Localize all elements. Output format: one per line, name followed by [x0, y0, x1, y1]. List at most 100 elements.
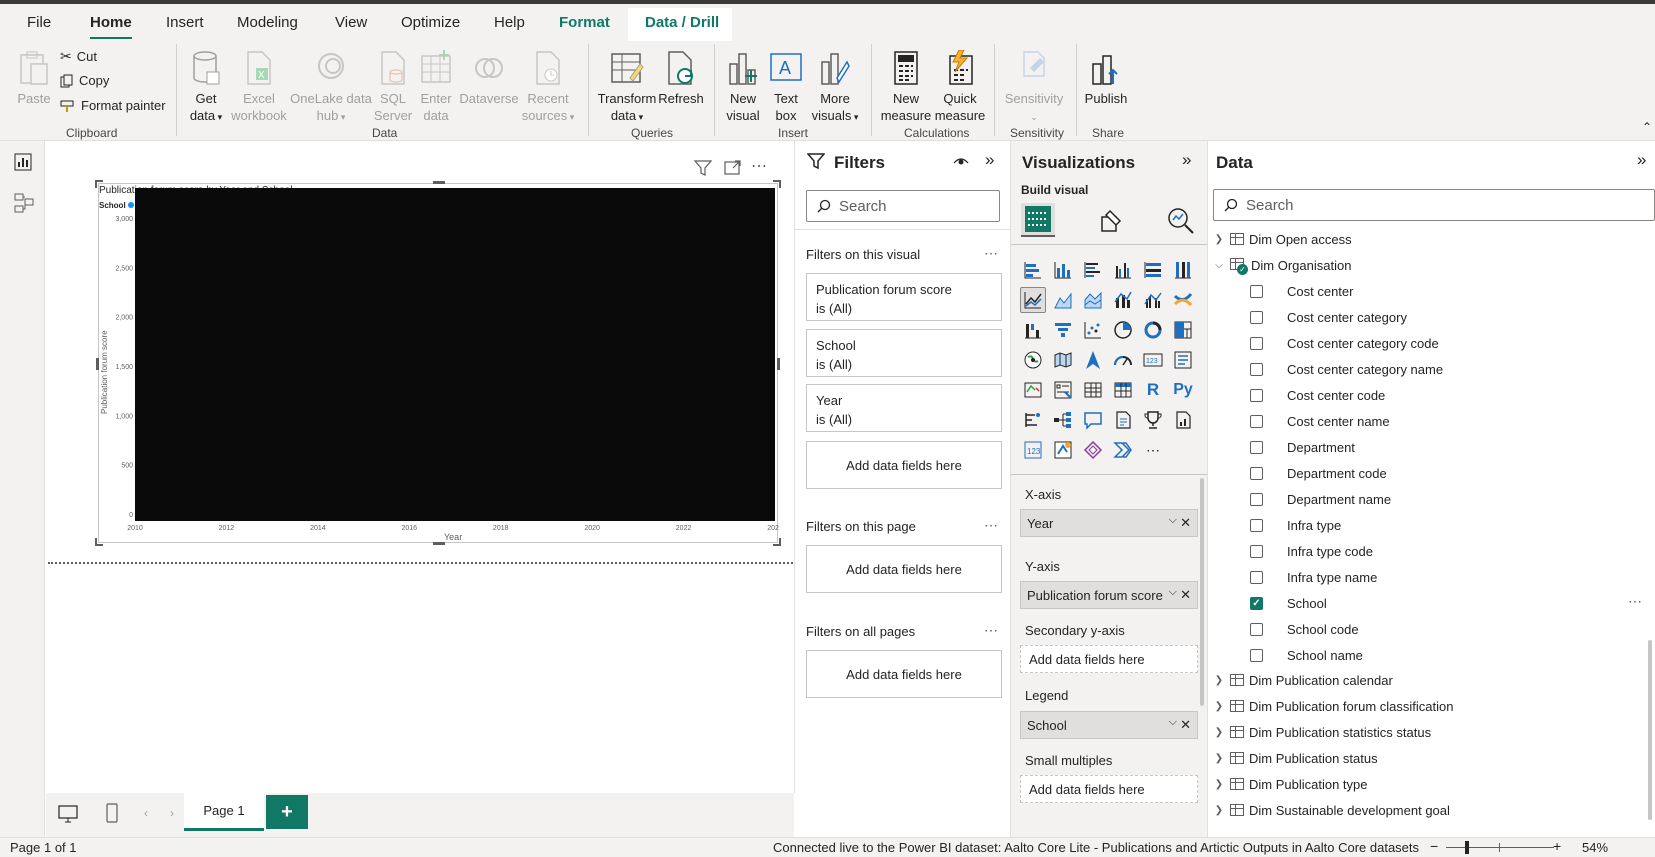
quick-measure-button[interactable]: Quick measure — [934, 50, 986, 124]
100-stacked-bar-chart-icon[interactable] — [1140, 257, 1166, 283]
excel-workbook-button[interactable]: X Excel workbook — [229, 50, 289, 124]
field-school-code[interactable]: School code — [1250, 616, 1359, 642]
card-icon[interactable]: 123 — [1140, 347, 1166, 373]
python-visual-icon[interactable]: Py — [1170, 377, 1196, 403]
new-measure-button[interactable]: New measure — [880, 50, 932, 124]
menu-optimize[interactable]: Optimize — [401, 14, 460, 31]
azure-map-icon[interactable] — [1080, 347, 1106, 373]
visualizations-scrollbar[interactable] — [1200, 478, 1204, 706]
new-visual-button[interactable]: New visual — [721, 50, 765, 124]
secondary-y-axis-drop-zone[interactable]: Add data fields here — [1020, 645, 1198, 673]
text-box-button[interactable]: A Text box — [766, 50, 806, 124]
menu-view[interactable]: View — [335, 14, 367, 31]
r-visual-icon[interactable]: R — [1140, 377, 1166, 403]
treemap-icon[interactable] — [1170, 317, 1196, 343]
filled-map-icon[interactable] — [1050, 347, 1076, 373]
field-cost-center-category-code[interactable]: Cost center category code — [1250, 330, 1439, 356]
field-department-name[interactable]: Department name — [1250, 486, 1391, 512]
transform-data-button[interactable]: Transform data ▾ — [597, 50, 657, 126]
onelake-data-hub-button[interactable]: OneLake data hub ▾ — [290, 50, 372, 126]
key-influencers-icon[interactable] — [1020, 407, 1046, 433]
field-checkbox[interactable] — [1250, 440, 1263, 454]
refresh-button[interactable]: Refresh — [658, 50, 704, 107]
waterfall-chart-icon[interactable] — [1020, 317, 1046, 343]
sensitivity-button[interactable]: Sensitivity ⌄ — [1000, 50, 1068, 126]
add-page-filter-drop-zone[interactable]: Add data fields here — [806, 545, 1002, 593]
y-axis-field-well[interactable]: Publication forum score ⌵ ✕ — [1020, 581, 1198, 609]
power-apps-diamond-icon[interactable] — [1080, 437, 1106, 463]
remove-field-icon[interactable]: ✕ — [1180, 587, 1191, 603]
build-visual-tab[interactable] — [1021, 203, 1055, 237]
table-dim-organisation[interactable]: ⌵ ✓ Dim Organisation — [1213, 252, 1351, 278]
resize-handle[interactable] — [777, 358, 780, 370]
more-visuals-ellipsis-icon[interactable]: ⋯ — [1140, 437, 1166, 463]
field-cost-center-category[interactable]: Cost center category — [1250, 304, 1407, 330]
field-department[interactable]: Department — [1250, 434, 1355, 460]
resize-handle[interactable] — [433, 181, 445, 184]
field-cost-center-name[interactable]: Cost center name — [1250, 408, 1390, 434]
smart-narrative-icon[interactable] — [1110, 407, 1136, 433]
filter-card-publication-forum-score[interactable]: Publication forum score is (All) — [806, 273, 1002, 321]
page-tab-page-1[interactable]: Page 1 — [184, 793, 264, 831]
resize-handle[interactable] — [95, 538, 103, 546]
zoom-slider-thumb[interactable] — [1465, 841, 1469, 854]
field-checkbox[interactable]: ✓ — [1250, 596, 1263, 610]
field-checkbox[interactable] — [1250, 518, 1263, 532]
mobile-layout-icon[interactable] — [106, 803, 118, 823]
field-cost-center-code[interactable]: Cost center code — [1250, 382, 1385, 408]
line-and-stacked-column-chart-icon[interactable] — [1110, 287, 1136, 313]
zoom-out-button[interactable]: − — [1430, 838, 1438, 854]
add-visual-filter-drop-zone[interactable]: Add data fields here — [806, 441, 1002, 489]
field-checkbox[interactable] — [1250, 336, 1263, 350]
menu-data-drill[interactable]: Data / Drill — [645, 14, 719, 31]
field-checkbox[interactable] — [1250, 570, 1263, 584]
field-checkbox[interactable] — [1250, 544, 1263, 558]
resize-handle[interactable] — [773, 180, 781, 188]
field-checkbox[interactable] — [1250, 310, 1263, 324]
stacked-bar-chart-icon[interactable] — [1020, 257, 1046, 283]
report-view-icon[interactable] — [14, 153, 32, 171]
chevron-down-icon[interactable]: ⌵ — [1169, 716, 1177, 729]
desktop-layout-icon[interactable] — [58, 805, 78, 823]
slicer-icon[interactable] — [1050, 377, 1076, 403]
filter-card-school[interactable]: School is (All) — [806, 329, 1002, 377]
next-page-icon[interactable]: › — [170, 806, 174, 820]
table-dim-publication-calendar[interactable]: ❯ Dim Publication calendar — [1213, 667, 1393, 693]
data-scrollbar[interactable] — [1648, 640, 1652, 820]
collapse-data-icon[interactable]: » — [1637, 150, 1646, 170]
more-options-icon[interactable]: ⋯ — [984, 622, 999, 639]
multi-row-card-icon[interactable] — [1170, 347, 1196, 373]
stacked-column-chart-icon[interactable] — [1050, 257, 1076, 283]
field-cost-center[interactable]: Cost center — [1250, 278, 1353, 304]
more-options-icon[interactable]: ⋯ — [751, 156, 768, 176]
field-checkbox[interactable] — [1250, 388, 1263, 402]
table-dim-open-access[interactable]: ❯ Dim Open access — [1213, 226, 1352, 252]
line-chart-icon[interactable] — [1020, 287, 1046, 313]
focus-mode-icon[interactable] — [724, 159, 742, 177]
power-apps-icon[interactable]: 123 — [1020, 437, 1046, 463]
resize-handle[interactable] — [773, 538, 781, 546]
get-data-button[interactable]: Get data ▾ — [186, 50, 226, 126]
ribbon-chart-icon[interactable] — [1170, 287, 1196, 313]
more-options-icon[interactable]: ⋯ — [984, 245, 999, 262]
zoom-in-button[interactable]: + — [1553, 838, 1561, 854]
field-checkbox[interactable] — [1250, 414, 1263, 428]
filter-card-year[interactable]: Year is (All) — [806, 384, 1002, 432]
funnel-chart-icon[interactable] — [1050, 317, 1076, 343]
more-options-icon[interactable]: ⋯ — [1628, 593, 1643, 610]
field-school-name[interactable]: School name — [1250, 642, 1363, 668]
menu-home[interactable]: Home — [90, 14, 132, 39]
field-checkbox[interactable] — [1250, 648, 1263, 662]
field-checkbox[interactable] — [1250, 362, 1263, 376]
area-chart-icon[interactable] — [1050, 287, 1076, 313]
qa-icon[interactable] — [1080, 407, 1106, 433]
x-axis-field-well[interactable]: Year ⌵ ✕ — [1020, 509, 1198, 537]
field-department-code[interactable]: Department code — [1250, 460, 1387, 486]
add-report-filter-drop-zone[interactable]: Add data fields here — [806, 650, 1002, 698]
remove-field-icon[interactable]: ✕ — [1180, 717, 1191, 733]
format-visual-icon[interactable] — [1098, 207, 1126, 235]
chevron-down-icon[interactable]: ⌵ — [1169, 514, 1177, 527]
table-dim-publication-type[interactable]: ❯ Dim Publication type — [1213, 771, 1368, 797]
clustered-column-chart-icon[interactable] — [1110, 257, 1136, 283]
add-page-button[interactable]: + — [266, 795, 308, 829]
